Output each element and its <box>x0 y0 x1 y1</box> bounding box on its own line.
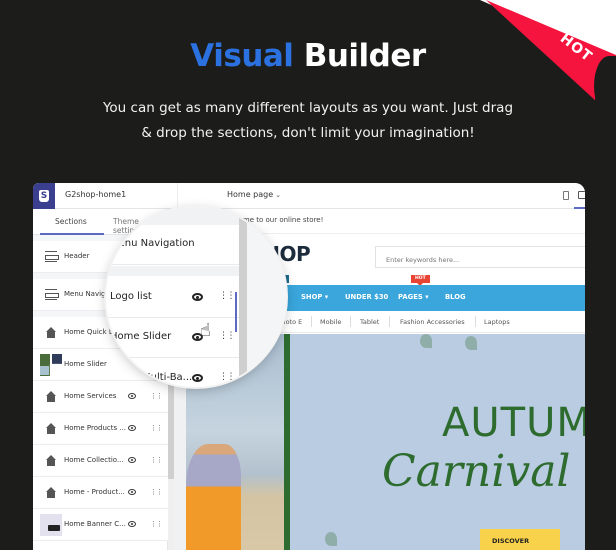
drag-handle-icon[interactable]: ⋮⋮ <box>219 372 236 382</box>
banner-script-text: Carnival <box>382 446 571 497</box>
nav-under-30[interactable]: UNDER $30 <box>345 293 388 301</box>
editor-topbar: S G2shop-home1 Home page ⌄ <box>33 183 585 209</box>
drag-handle-icon[interactable]: ⋮⋮ <box>150 520 163 528</box>
shopify-logo-icon[interactable]: S <box>33 183 55 209</box>
title-accent: Visual <box>190 38 294 74</box>
section-item-home-products[interactable]: Home Products ... ⋮⋮ <box>33 413 168 445</box>
section-label: Home Services <box>64 392 117 400</box>
nav-label: UNDER $30 <box>345 293 389 301</box>
discover-button[interactable]: DISCOVER <box>480 529 560 550</box>
section-label: Home Slider <box>64 360 107 368</box>
eye-icon[interactable] <box>128 425 136 431</box>
hero-banner[interactable]: AUTUMN Carnival DISCOVER <box>284 334 585 550</box>
section-label: Home Products ... <box>64 424 126 432</box>
section-label: Multi-Ba... <box>142 372 193 383</box>
category-separator <box>350 316 351 327</box>
section-item-home-collection[interactable]: Home Collectio... ⋮⋮ <box>33 445 168 477</box>
chevron-down-icon: ⌄ <box>275 191 282 199</box>
eye-icon[interactable] <box>128 521 136 527</box>
tab-sections[interactable]: Sections <box>55 217 87 226</box>
page-select-label: Home page <box>227 190 274 199</box>
drag-handle-icon[interactable]: ⋮⋮ <box>150 424 163 432</box>
nav-blog[interactable]: BLOG <box>445 293 466 301</box>
leaf-decoration <box>325 532 337 546</box>
category-separator <box>389 316 390 327</box>
section-label: Menu Navigation <box>110 238 195 249</box>
category-link[interactable]: Laptops <box>484 318 510 326</box>
drag-handle-icon[interactable]: ⋮⋮ <box>150 392 163 400</box>
category-link[interactable]: Mobile <box>320 318 341 326</box>
home-icon <box>45 455 57 466</box>
nav-label: PAGES <box>398 293 423 301</box>
nav-shop[interactable]: SHOP ▾ <box>301 293 328 301</box>
nav-label: BLOG <box>445 293 466 301</box>
hero: Visual Builder You can get as many diffe… <box>0 0 616 180</box>
home-icon <box>45 487 57 498</box>
hot-badge: HOT <box>411 275 430 286</box>
eye-icon[interactable] <box>128 489 136 495</box>
active-section-indicator <box>235 292 237 332</box>
banner-headline: AUTUMN <box>442 400 585 446</box>
eye-icon[interactable] <box>192 374 203 382</box>
nav-label: SHOP <box>301 293 323 301</box>
drag-handle-icon[interactable]: ⋮⋮ <box>219 331 236 341</box>
section-label: Header <box>64 252 90 260</box>
magnified-preview-edge <box>247 207 286 387</box>
magnified-sections: Menu Navigation Logo list ⋮⋮ Home Slider… <box>106 207 286 387</box>
eye-icon[interactable] <box>128 393 136 399</box>
section-label: Home - Product... <box>64 488 125 496</box>
search-input[interactable] <box>376 250 585 270</box>
subtitle-line-2: & drop the sections, don't limit your im… <box>141 125 475 141</box>
section-item-home-product[interactable]: Home - Product... ⋮⋮ <box>33 477 168 509</box>
category-separator <box>475 316 476 327</box>
desktop-view-icon[interactable] <box>578 191 585 199</box>
category-separator <box>311 316 312 327</box>
drag-handle-icon[interactable]: ⋮⋮ <box>150 488 163 496</box>
page-select[interactable]: Home page ⌄ <box>227 190 281 199</box>
leaf-decoration <box>465 336 477 350</box>
ribbon-curl <box>594 56 616 110</box>
drag-handle-icon[interactable]: ⋮⋮ <box>219 291 236 301</box>
leaf-decoration <box>420 334 432 348</box>
category-link[interactable]: Tablet <box>360 318 379 326</box>
hot-ribbon: HOT <box>480 0 616 110</box>
banner-thumbnail <box>40 514 62 536</box>
section-label: Home Slider <box>110 331 172 342</box>
hand-cursor-icon: ☝ <box>200 320 211 341</box>
store-name: G2shop-home1 <box>65 190 127 199</box>
section-label: Logo list <box>110 291 152 302</box>
eye-icon[interactable] <box>128 457 136 463</box>
drag-handle-icon[interactable]: ⋮⋮ <box>150 456 163 464</box>
mobile-view-icon[interactable] <box>563 191 569 200</box>
model-figure <box>186 444 241 550</box>
section-label: Home Banner C... <box>64 520 126 528</box>
section-item-home-banner[interactable]: Home Banner C... ⋮⋮ <box>33 509 168 541</box>
layout-icon <box>45 251 59 262</box>
home-icon <box>45 423 57 434</box>
home-icon <box>45 327 57 338</box>
topbar-divider <box>177 183 178 209</box>
magnifier-lens: Menu Navigation Logo list ⋮⋮ Home Slider… <box>106 207 286 387</box>
slider-thumbnail-part <box>40 366 49 375</box>
search-box[interactable] <box>375 246 585 270</box>
category-link[interactable]: Fashion Accessories <box>400 318 465 326</box>
eye-icon[interactable] <box>192 293 203 301</box>
nav-pages[interactable]: PAGES ▾ <box>398 293 429 301</box>
magnified-scrollbar <box>239 207 247 387</box>
home-icon <box>45 391 57 402</box>
title-main: Builder <box>303 38 426 74</box>
layout-icon <box>45 289 59 300</box>
section-label: Home Collectio... <box>64 456 124 464</box>
